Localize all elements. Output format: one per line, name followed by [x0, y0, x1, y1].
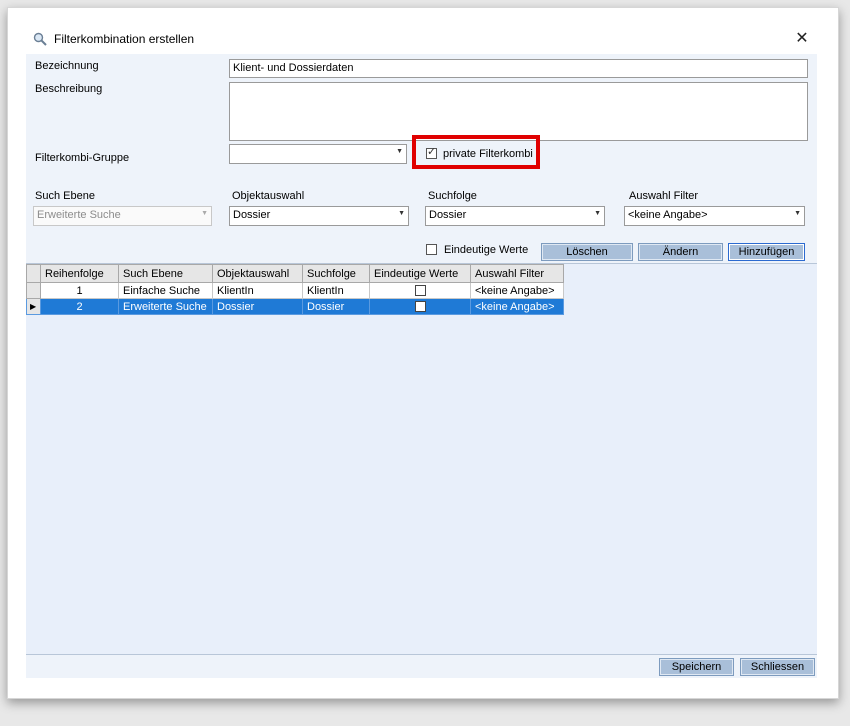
chevron-down-icon: ▼	[594, 210, 601, 217]
col-header-auswahl-filter[interactable]: Auswahl Filter	[470, 264, 564, 283]
aendern-button[interactable]: Ändern	[638, 243, 723, 261]
eindeutige-werte-label: Eindeutige Werte	[444, 244, 529, 256]
row-header[interactable]	[26, 282, 41, 299]
cell-auswahl-filter[interactable]: <keine Angabe>	[470, 298, 564, 315]
title-bar: Filterkombination erstellen ✕	[8, 8, 838, 54]
chevron-down-icon: ▼	[396, 148, 403, 155]
cell-objektauswahl[interactable]: Dossier	[212, 298, 303, 315]
speichern-button[interactable]: Speichern	[659, 658, 734, 676]
filterkombi-gruppe-label: Filterkombi-Gruppe	[35, 152, 130, 164]
filter-grid: Reihenfolge Such Ebene Objektauswahl Suc…	[26, 263, 817, 654]
col-header-suchfolge[interactable]: Suchfolge	[302, 264, 370, 283]
bezeichnung-label: Bezeichnung	[35, 60, 99, 72]
col-header-objektauswahl[interactable]: Objektauswahl	[212, 264, 303, 283]
beschreibung-field[interactable]	[229, 82, 808, 141]
objektauswahl-label: Objektauswahl	[232, 190, 305, 202]
beschreibung-label: Beschreibung	[35, 83, 103, 95]
auswahl-filter-value: <keine Angabe>	[628, 209, 708, 221]
filter-table: Reihenfolge Such Ebene Objektauswahl Suc…	[26, 264, 564, 315]
cell-eindeutige-werte[interactable]	[369, 282, 471, 299]
col-header-reihenfolge[interactable]: Reihenfolge	[40, 264, 119, 283]
col-header-eindeutige-werte[interactable]: Eindeutige Werte	[369, 264, 471, 283]
close-button[interactable]: ✕	[792, 29, 812, 49]
cell-checkbox[interactable]	[414, 285, 426, 297]
cell-eindeutige-werte[interactable]	[369, 298, 471, 315]
row-header-corner	[26, 264, 41, 283]
col-header-such-ebene[interactable]: Such Ebene	[118, 264, 213, 283]
highlight-box	[412, 135, 540, 169]
such-ebene-label: Such Ebene	[35, 190, 95, 202]
bezeichnung-field[interactable]: Klient- und Dossierdaten	[229, 59, 808, 78]
chevron-down-icon: ▼	[794, 210, 801, 217]
suchfolge-select[interactable]: Dossier ▼	[425, 206, 605, 226]
chevron-down-icon: ▼	[201, 210, 208, 217]
loeschen-button[interactable]: Löschen	[541, 243, 633, 261]
such-ebene-select: Erweiterte Suche ▼	[33, 206, 212, 226]
auswahl-filter-select[interactable]: <keine Angabe> ▼	[624, 206, 805, 226]
chevron-down-icon: ▼	[398, 210, 405, 217]
cell-objektauswahl[interactable]: KlientIn	[212, 282, 303, 299]
current-row-marker-icon[interactable]: ▶	[26, 298, 41, 315]
cell-suchfolge[interactable]: KlientIn	[302, 282, 370, 299]
suchfolge-value: Dossier	[429, 209, 467, 221]
hinzufuegen-button[interactable]: Hinzufügen	[728, 243, 805, 261]
cell-auswahl-filter[interactable]: <keine Angabe>	[470, 282, 564, 299]
auswahl-filter-label: Auswahl Filter	[629, 190, 699, 202]
schliessen-button[interactable]: Schliessen	[740, 658, 815, 676]
footer-bar: Speichern Schliessen	[26, 654, 817, 678]
objektauswahl-value: Dossier	[233, 209, 271, 221]
table-row-selected[interactable]: ▶ 2 Erweiterte Suche Dossier Dossier <ke…	[26, 298, 564, 315]
objektauswahl-select[interactable]: Dossier ▼	[229, 206, 409, 226]
cell-reihenfolge[interactable]: 2	[40, 298, 119, 315]
such-ebene-value: Erweiterte Suche	[37, 209, 121, 221]
suchfolge-label: Suchfolge	[428, 190, 477, 202]
table-row[interactable]: 1 Einfache Suche KlientIn KlientIn <kein…	[26, 282, 564, 299]
cell-reihenfolge[interactable]: 1	[40, 282, 119, 299]
dialog-window: Filterkombination erstellen ✕ Bezeichnun…	[7, 7, 839, 699]
eindeutige-werte-checkbox[interactable]	[426, 244, 437, 255]
cell-suchfolge[interactable]: Dossier	[302, 298, 370, 315]
window-title: Filterkombination erstellen	[54, 32, 195, 46]
filterkombi-gruppe-select[interactable]: ▼	[229, 144, 407, 164]
table-header-row: Reihenfolge Such Ebene Objektauswahl Suc…	[26, 264, 564, 283]
cell-such-ebene[interactable]: Einfache Suche	[118, 282, 213, 299]
cell-checkbox[interactable]	[414, 301, 426, 313]
cell-such-ebene[interactable]: Erweiterte Suche	[118, 298, 213, 315]
magnifier-icon	[33, 32, 47, 46]
